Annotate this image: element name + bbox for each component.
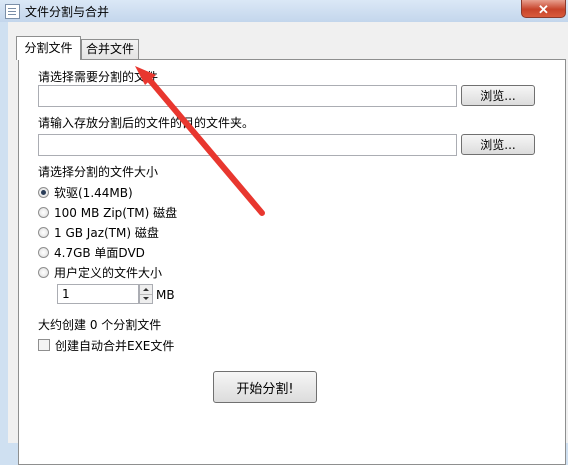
stepper-down-button[interactable] xyxy=(140,294,152,303)
title-bar[interactable]: 文件分割与合并 ✕ xyxy=(0,0,568,22)
custom-size-stepper[interactable] xyxy=(139,284,153,304)
create-exe-option[interactable]: 创建自动合并EXE文件 xyxy=(38,337,174,353)
chevron-up-icon xyxy=(143,288,149,291)
custom-size-input[interactable] xyxy=(57,284,139,304)
size-option-label: 1 GB Jaz(TM) 磁盘 xyxy=(54,225,159,240)
destination-folder-label: 请输入存放分割后的文件的目的文件夹。 xyxy=(38,116,255,130)
radio-icon[interactable] xyxy=(38,246,49,258)
radio-icon[interactable] xyxy=(38,186,49,198)
size-option-custom[interactable]: 用户定义的文件大小 xyxy=(38,264,162,280)
tab-merge-file[interactable]: 合并文件 xyxy=(81,39,139,60)
close-button[interactable]: ✕ xyxy=(521,0,566,18)
size-option-jaz[interactable]: 1 GB Jaz(TM) 磁盘 xyxy=(38,224,159,240)
size-option-label: 用户定义的文件大小 xyxy=(54,265,163,280)
size-option-dvd[interactable]: 4.7GB 单面DVD xyxy=(38,244,145,260)
estimate-text: 大约创建 0 个分割文件 xyxy=(38,318,162,332)
destination-folder-input[interactable] xyxy=(38,134,457,156)
browse-folder-button[interactable]: 浏览... xyxy=(461,134,535,155)
radio-icon[interactable] xyxy=(38,226,49,238)
size-option-label: 软驱(1.44MB) xyxy=(54,185,133,200)
checkbox-icon[interactable] xyxy=(38,339,50,351)
split-size-label: 请选择分割的文件大小 xyxy=(38,165,159,179)
choose-file-label: 请选择需要分割的文件 xyxy=(38,70,159,84)
browse-file-button[interactable]: 浏览... xyxy=(461,85,535,106)
size-option-floppy[interactable]: 软驱(1.44MB) xyxy=(38,184,133,200)
radio-icon[interactable] xyxy=(38,206,49,218)
custom-size-unit: MB xyxy=(156,288,175,302)
start-split-button[interactable]: 开始分割! xyxy=(213,371,317,403)
size-option-label: 100 MB Zip(TM) 磁盘 xyxy=(54,205,178,220)
window-client: 分割文件 合并文件 请选择需要分割的文件 浏览... 请输入存放分割后的文件的目… xyxy=(8,22,568,465)
window-title: 文件分割与合并 xyxy=(25,5,110,19)
split-panel: 请选择需要分割的文件 浏览... 请输入存放分割后的文件的目的文件夹。 浏览..… xyxy=(18,59,566,465)
create-exe-label: 创建自动合并EXE文件 xyxy=(55,338,175,353)
size-option-label: 4.7GB 单面DVD xyxy=(54,245,145,260)
app-icon xyxy=(5,4,20,19)
source-file-input[interactable] xyxy=(38,85,457,107)
size-option-zip[interactable]: 100 MB Zip(TM) 磁盘 xyxy=(38,204,177,220)
chevron-down-icon xyxy=(143,297,149,300)
tab-split-file[interactable]: 分割文件 xyxy=(16,36,81,60)
radio-icon[interactable] xyxy=(38,266,49,278)
